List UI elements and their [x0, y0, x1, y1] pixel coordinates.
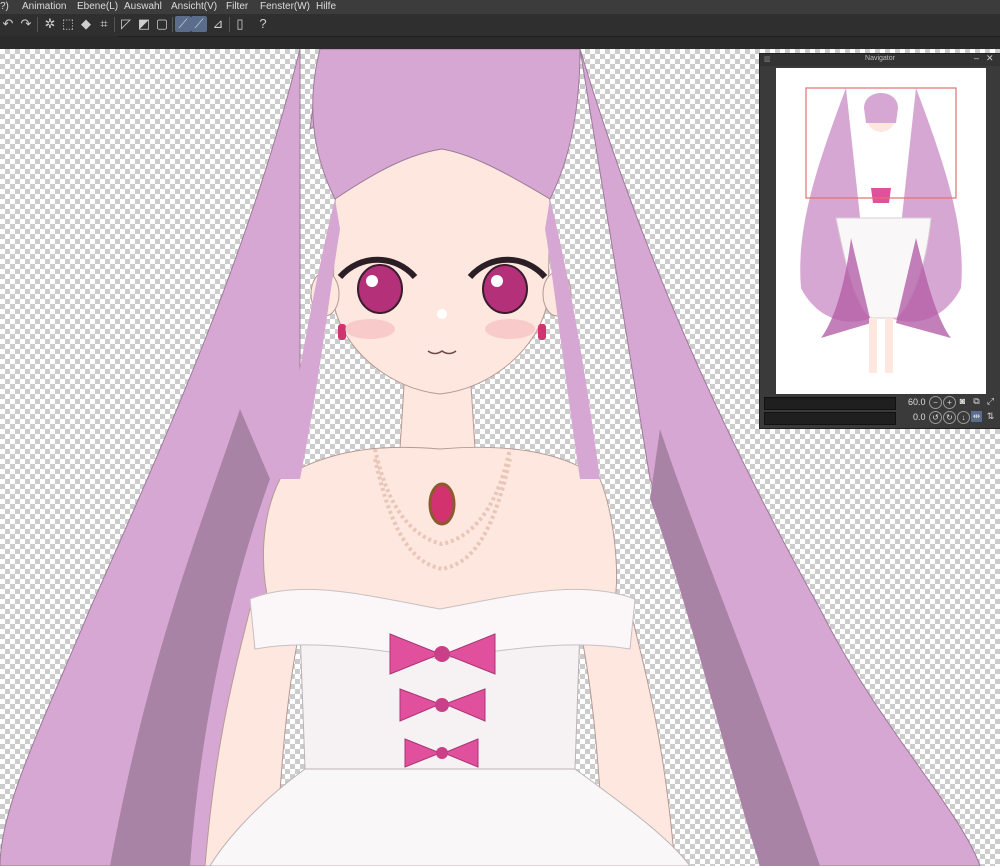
fit-icon[interactable]: ◙ [957, 396, 968, 407]
menu-item-window[interactable]: Fenster(W) [260, 0, 310, 14]
fill-icon[interactable]: ◆ [78, 16, 94, 32]
minimize-icon[interactable]: – [974, 53, 979, 63]
zoom-out-icon[interactable]: − [929, 396, 942, 409]
eye-left-highlight [366, 275, 378, 287]
toolbar-separator [229, 17, 230, 32]
vector-icon[interactable]: ⟋ [191, 16, 207, 32]
help-icon[interactable]: ? [255, 16, 271, 32]
zoom-value: 60.0 [908, 397, 926, 407]
eye-left [357, 264, 403, 314]
menu-bar: ?) Animation Ebene(L) Auswahl Ansicht(V)… [0, 0, 1000, 14]
toolbar-separator [172, 17, 173, 32]
necklace-gem [428, 482, 456, 526]
eye-right-highlight [491, 275, 503, 287]
undo-icon[interactable]: ↶ [0, 16, 16, 32]
lasso-select-icon[interactable]: ✲ [42, 16, 58, 32]
redo-icon[interactable]: ↷ [18, 16, 34, 32]
navigator-preview[interactable] [776, 68, 986, 394]
navigator-thumbnail [800, 87, 962, 373]
fullscreen-icon[interactable]: ⤢ [985, 396, 996, 407]
layer-icon[interactable]: ◩ [136, 16, 152, 32]
nose-highlight [437, 309, 447, 319]
zoom-in-icon[interactable]: + [943, 396, 956, 409]
toolbar: ↶ ↷ ✲ ⬚ ◆ ⌗ ◸ ◩ ▢ ⟋ ⟋ ⊿ ▯ ? [0, 14, 1000, 37]
close-icon[interactable]: ✕ [986, 53, 994, 64]
reset-rotation-icon[interactable]: ↓ [957, 411, 970, 424]
hair-side-right [545, 199, 600, 479]
rotate-left-icon[interactable]: ↺ [929, 411, 942, 424]
earring-left [338, 324, 346, 340]
toolbar-separator [114, 17, 115, 32]
edit-icon[interactable]: ⊿ [210, 16, 226, 32]
toolbar-separator [37, 17, 38, 32]
flip-horizontal-icon[interactable]: ⇹ [971, 411, 982, 422]
frame-icon[interactable]: ▢ [154, 16, 170, 32]
menu-item-animation[interactable]: Animation [22, 0, 66, 14]
blush-left [345, 319, 395, 339]
earring-right [538, 324, 546, 340]
navigator-controls: 60.0 − + ◙ ⧉ ⤢ 0.0 ↺ ↻ ↓ ⇹ ⇅ [760, 394, 1000, 428]
navigator-title: Navigator [865, 55, 895, 62]
menu-item-layer[interactable]: Ebene(L) [77, 0, 118, 14]
transform-icon[interactable]: ⌗ [96, 16, 112, 32]
menu-item-filter[interactable]: Filter [226, 0, 248, 14]
navigator-titlebar[interactable]: ▥ Navigator – ✕ [760, 53, 1000, 66]
pen-icon[interactable]: ⟋ [175, 16, 191, 32]
menu-item-view[interactable]: Ansicht(V) [171, 0, 217, 14]
menu-item-selection[interactable]: Auswahl [124, 0, 162, 14]
device-icon[interactable]: ▯ [232, 16, 248, 32]
blush-right [485, 319, 535, 339]
navigator-panel: ▥ Navigator – ✕ 60.0 − + ◙ ⧉ ⤢ 0.0 ↺ ↻ ↓… [759, 53, 1000, 429]
select-icon[interactable]: ⬚ [60, 16, 76, 32]
shoulders [262, 446, 618, 610]
ruler-icon[interactable]: ◸ [118, 16, 134, 32]
actual-size-icon[interactable]: ⧉ [971, 396, 982, 407]
rotate-right-icon[interactable]: ↻ [943, 411, 956, 424]
menu-item-help[interactable]: Hilfe [316, 0, 336, 14]
panel-strip [0, 37, 1000, 49]
rotation-slider[interactable] [764, 412, 896, 425]
eye-right [482, 264, 528, 314]
menu-item-help-q[interactable]: ?) [0, 0, 9, 14]
rotation-value: 0.0 [913, 412, 926, 422]
flip-vertical-icon[interactable]: ⇅ [985, 411, 996, 422]
zoom-slider[interactable] [764, 397, 896, 410]
